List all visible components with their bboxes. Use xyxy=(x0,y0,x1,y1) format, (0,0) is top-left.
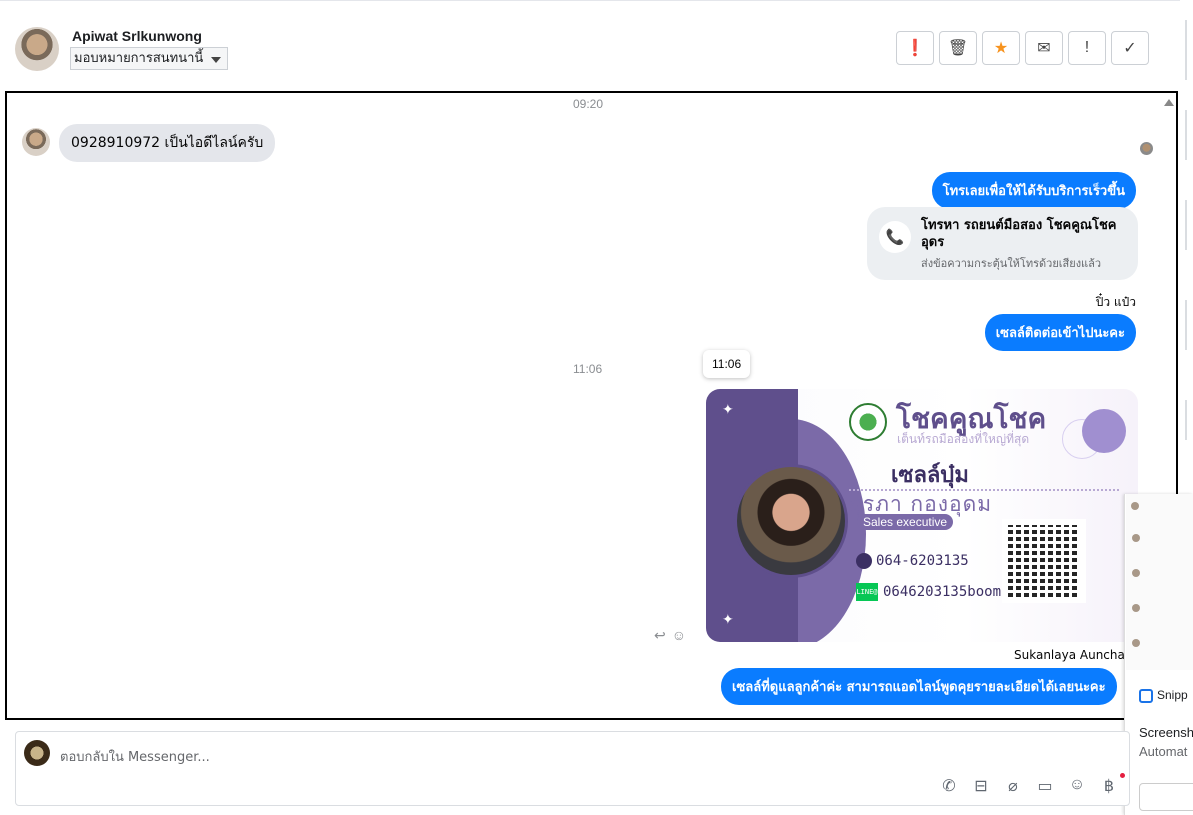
time-tooltip: 11:06 xyxy=(703,350,751,378)
contact-name[interactable]: Apiwat Srlkunwong xyxy=(72,28,202,44)
seen-avatar-icon xyxy=(1140,142,1153,155)
mark-spam-button[interactable]: ❗ xyxy=(896,31,934,65)
card-decor-circle xyxy=(1082,409,1126,453)
notification-subtitle: Automat xyxy=(1139,744,1188,759)
mark-done-button[interactable]: ✓ xyxy=(1111,31,1149,65)
card-nickname: เซลล์บุ๋ม xyxy=(891,463,969,488)
snipping-tool-label: Snipp xyxy=(1139,688,1188,703)
sender-name: ปิ๋ว แป๋ว xyxy=(1095,295,1136,309)
mark-unread-button[interactable]: ✉ xyxy=(1025,31,1063,65)
phone-plus-icon[interactable]: ✆ xyxy=(939,776,959,796)
notification-title: Screensh xyxy=(1139,725,1193,740)
card-role-badge: Sales executive xyxy=(857,514,954,530)
star-button[interactable]: ★ xyxy=(982,31,1020,65)
reply-input[interactable]: ตอบกลับใน Messenger... xyxy=(60,746,210,767)
caret-down-icon xyxy=(211,57,222,63)
call-card-title: โทรหา รถยนต์มือสอง โชคคูณโชค อุดร xyxy=(921,218,1117,250)
header-actions: ❗ 🗑 ★ ✉ ! ✓ xyxy=(896,31,1149,65)
conversation-header: Apiwat Srlkunwong มอบหมายการสนทนานี้ ❗ 🗑… xyxy=(0,0,1180,90)
card-phone-number: 064-6203135 xyxy=(876,553,969,569)
assign-label: มอบหมายการสนทนานี้ xyxy=(74,51,204,66)
outgoing-message[interactable]: เซลล์ติดต่อเข้าไปนะคะ xyxy=(984,314,1136,351)
salesperson-photo xyxy=(734,464,848,578)
phone-icon: 📞 xyxy=(879,221,911,253)
card-phone: 064-6203135 xyxy=(856,553,969,569)
qr-pattern xyxy=(1008,525,1080,597)
timestamp: 11:06 xyxy=(573,362,603,376)
incoming-message[interactable]: 0928910972 เป็นไอดีไลน์ครับ xyxy=(59,124,276,162)
screenshot-thumbnail[interactable] xyxy=(1126,494,1193,670)
outgoing-message[interactable]: เซลล์ที่ดูแลลูกค้าค่ะ สามารถแอดไลน์พูดคุ… xyxy=(721,668,1117,705)
message-thread[interactable]: 09:20 0928910972 เป็นไอดีไลน์ครับ โทรเลย… xyxy=(5,91,1178,720)
outgoing-message[interactable]: โทรเลยเพื่อให้ได้รับบริการเร็วขึ้น xyxy=(931,172,1136,209)
call-card-subtitle: ส่งข้อความกระตุ้นให้โทรด้วยเสียงแล้ว xyxy=(921,257,1102,270)
follow-up-button[interactable]: ! xyxy=(1068,31,1106,65)
reply-composer[interactable]: ตอบกลับใน Messenger... ✆ ⊟ ⌀ ▭ ☺ ฿ xyxy=(15,731,1130,806)
notification-dot xyxy=(1120,773,1125,778)
envelope-icon: ✉ xyxy=(1037,40,1051,57)
baht-icon[interactable]: ฿ xyxy=(1099,776,1119,796)
call-request-card[interactable]: 📞 โทรหา รถยนต์มือสอง โชคคูณโชค อุดร ส่งข… xyxy=(867,207,1138,280)
card-tagline: เต็นท์รถมือสองที่ใหญ่ที่สุด xyxy=(897,432,1030,446)
scroll-up-arrow-icon[interactable] xyxy=(1164,99,1174,106)
company-logo xyxy=(849,403,887,441)
contact-avatar[interactable] xyxy=(15,27,59,71)
snipping-tool-icon xyxy=(1139,688,1153,703)
shopping-bag-icon[interactable]: ⊟ xyxy=(971,776,991,796)
star-icon: ★ xyxy=(993,40,1009,57)
business-card-image[interactable]: ✦ ✦ โชคคูณโชค เต็นท์รถมือสองที่ใหญ่ที่สุ… xyxy=(706,389,1138,642)
message-tools: ↩ ☺ xyxy=(654,627,686,644)
sparkle-icon: ✦ xyxy=(722,401,734,417)
contact-avatar-small xyxy=(22,128,50,156)
alert-icon: ❗ xyxy=(905,40,925,57)
exclamation-icon: ! xyxy=(1084,39,1090,56)
card-line: LINE@ 0646203135boom xyxy=(856,583,1001,601)
qr-code xyxy=(1002,519,1086,603)
chat-bubble-icon[interactable]: ▭ xyxy=(1035,776,1055,796)
sender-name: Sukanlaya Aunchabe xyxy=(1014,648,1140,662)
notification-action-button[interactable] xyxy=(1139,783,1193,811)
reply-icon[interactable]: ↩ xyxy=(654,627,666,644)
smiley-icon[interactable]: ☺ xyxy=(1067,776,1087,796)
trash-icon: 🗑 xyxy=(947,40,969,57)
composer-tools: ✆ ⊟ ⌀ ▭ ☺ ฿ xyxy=(939,776,1119,796)
check-icon: ✓ xyxy=(1123,40,1137,57)
line-logo-icon: LINE@ xyxy=(856,583,878,601)
react-smiley-icon[interactable]: ☺ xyxy=(672,627,686,644)
assign-conversation-dropdown[interactable]: มอบหมายการสนทนานี้ xyxy=(70,47,229,70)
timestamp: 09:20 xyxy=(573,97,604,111)
paperclip-icon[interactable]: ⌀ xyxy=(1003,776,1023,796)
delete-button[interactable]: 🗑 xyxy=(939,31,977,65)
page-avatar xyxy=(24,740,50,766)
sparkle-icon: ✦ xyxy=(722,611,734,627)
snipping-app-name: Snipp xyxy=(1157,688,1188,702)
card-line-id: 0646203135boom xyxy=(883,584,1002,600)
phone-icon xyxy=(856,553,872,569)
